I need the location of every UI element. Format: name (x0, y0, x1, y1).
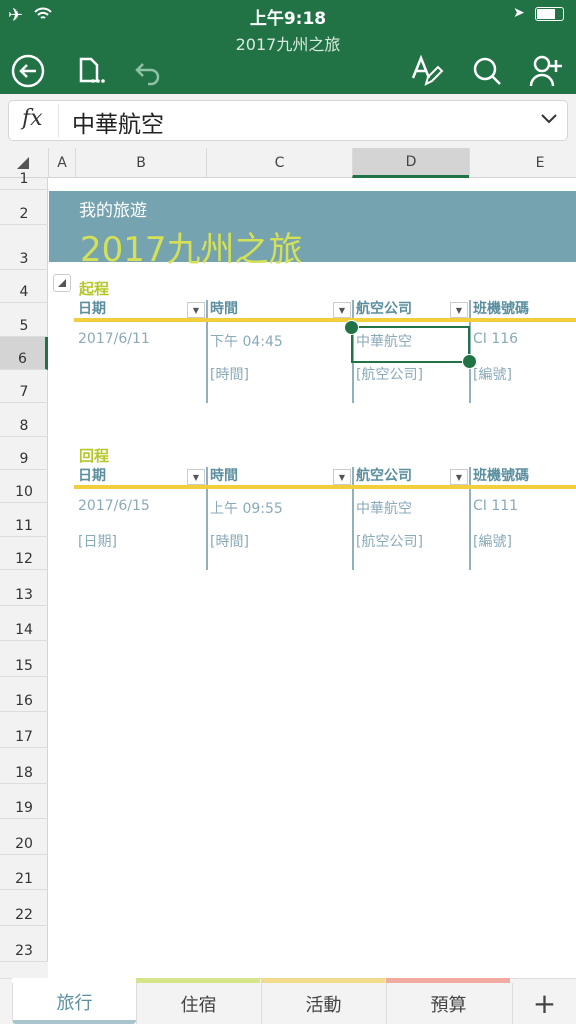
table-cell[interactable]: CI 116 (473, 331, 518, 347)
row-header-19[interactable]: 19 (0, 784, 48, 820)
fx-label: fx (22, 106, 43, 131)
header-rule (74, 318, 576, 322)
row-header-23[interactable]: 23 (0, 926, 48, 962)
table-header[interactable]: 日期 (78, 465, 106, 485)
row-header-13[interactable]: 13 (0, 570, 48, 606)
add-sheet-button[interactable]: + (512, 983, 576, 1024)
selection-handle[interactable] (462, 354, 477, 369)
sheet-tab-0[interactable]: 旅行 (12, 983, 136, 1024)
row-header-7[interactable]: 7 (0, 370, 48, 403)
column-divider (352, 467, 354, 570)
column-header-c[interactable]: C (206, 148, 352, 178)
collapse-button[interactable] (53, 274, 71, 292)
battery-icon (535, 7, 564, 21)
row-header-14[interactable]: 14 (0, 606, 48, 642)
filter-dropdown-button[interactable]: ▼ (333, 302, 351, 318)
chevron-down-icon[interactable] (540, 113, 558, 125)
row-header-9[interactable]: 9 (0, 437, 48, 470)
row-header-11[interactable]: 11 (0, 503, 48, 537)
table-cell[interactable]: CI 111 (473, 498, 518, 514)
row-header-8[interactable]: 8 (0, 403, 48, 437)
filter-dropdown-button[interactable]: ▼ (333, 469, 351, 485)
triangle-icon (58, 279, 66, 287)
row-header-12[interactable]: 12 (0, 537, 48, 570)
column-header-b[interactable]: B (75, 148, 206, 178)
table-cell[interactable]: [時間] (210, 531, 249, 551)
table-cell[interactable]: [航空公司] (356, 364, 423, 384)
section-label: 起程 (79, 280, 110, 298)
row-header-22[interactable]: 22 (0, 890, 48, 926)
back-icon (11, 54, 45, 88)
column-header-e[interactable]: E (469, 148, 576, 178)
sheet-tab-3[interactable]: 預算 (386, 983, 510, 1024)
row-header-10[interactable]: 10 (0, 470, 48, 503)
table-header[interactable]: 時間 (210, 465, 238, 485)
table-cell[interactable]: [編號] (473, 531, 512, 551)
filter-dropdown-button[interactable]: ▼ (187, 302, 205, 318)
column-divider (206, 300, 208, 403)
row-header-3[interactable]: 3 (0, 225, 48, 270)
row-header-6[interactable]: 6 (0, 337, 48, 370)
app-header: ✈ 上午9:18 ➤ 2017九州之旅 (0, 0, 576, 94)
sheet-title: 2017九州之旅 (80, 230, 303, 270)
row-header-17[interactable]: 17 (0, 712, 48, 748)
row-header-20[interactable]: 20 (0, 819, 48, 855)
header-rule (74, 485, 576, 489)
table-cell[interactable]: 中華航空 (356, 498, 412, 518)
select-all-icon[interactable] (17, 157, 29, 169)
table-header[interactable]: 航空公司 (356, 465, 412, 485)
file-menu-icon (79, 57, 105, 83)
status-time: 上午9:18 (249, 9, 327, 29)
table-cell[interactable]: [日期] (78, 531, 117, 551)
draw-button[interactable] (410, 54, 444, 88)
table-cell[interactable]: [時間] (210, 364, 249, 384)
selection-handle[interactable] (344, 320, 359, 335)
column-divider (206, 467, 208, 570)
table-cell[interactable]: 上午 09:55 (210, 498, 283, 518)
selected-cell[interactable] (351, 326, 470, 363)
section-label: 回程 (79, 447, 110, 465)
undo-icon (135, 63, 160, 86)
table-cell[interactable]: [航空公司] (356, 531, 423, 551)
row-header-16[interactable]: 16 (0, 677, 48, 713)
filter-dropdown-button[interactable]: ▼ (450, 302, 468, 318)
share-button[interactable] (529, 54, 563, 88)
column-header-a[interactable]: A (48, 148, 75, 178)
column-divider (469, 467, 471, 570)
row-header-2[interactable]: 2 (0, 190, 48, 225)
column-header-d[interactable]: D (352, 148, 469, 178)
filter-dropdown-button[interactable]: ▼ (187, 469, 205, 485)
row-header-4[interactable]: 4 (0, 270, 48, 303)
share-person-icon (529, 55, 562, 87)
sheet-tab-1[interactable]: 住宿 (136, 983, 260, 1024)
location-arrow-icon: ➤ (513, 5, 525, 21)
table-header[interactable]: 航空公司 (356, 298, 412, 318)
table-header[interactable]: 時間 (210, 298, 238, 318)
divider (58, 104, 59, 137)
row-header-5[interactable]: 5 (0, 303, 48, 337)
table-header[interactable]: 班機號碼 (473, 465, 529, 485)
search-button[interactable] (470, 54, 504, 88)
row-header-15[interactable]: 15 (0, 641, 48, 677)
table-header[interactable]: 班機號碼 (473, 298, 529, 318)
sheet-tab-2[interactable]: 活動 (261, 983, 385, 1024)
filter-dropdown-button[interactable]: ▼ (450, 469, 468, 485)
sheet-subtitle: 我的旅遊 (79, 201, 147, 221)
table-header[interactable]: 日期 (78, 298, 106, 318)
formula-value[interactable]: 中華航空 (72, 105, 164, 139)
file-button[interactable] (74, 54, 108, 88)
draw-icon (411, 54, 444, 86)
row-header-18[interactable]: 18 (0, 748, 48, 784)
row-header-21[interactable]: 21 (0, 855, 48, 891)
table-cell[interactable]: [編號] (473, 364, 512, 384)
table-cell[interactable]: 下午 04:45 (210, 331, 283, 351)
back-button[interactable] (11, 54, 45, 88)
table-cell[interactable]: 2017/6/15 (78, 498, 150, 514)
table-cell[interactable]: 2017/6/11 (78, 331, 150, 347)
search-icon (473, 57, 501, 85)
row-header-1[interactable]: 1 (0, 171, 48, 190)
document-title: 2017九州之旅 (235, 35, 341, 54)
undo-button[interactable] (131, 54, 165, 88)
